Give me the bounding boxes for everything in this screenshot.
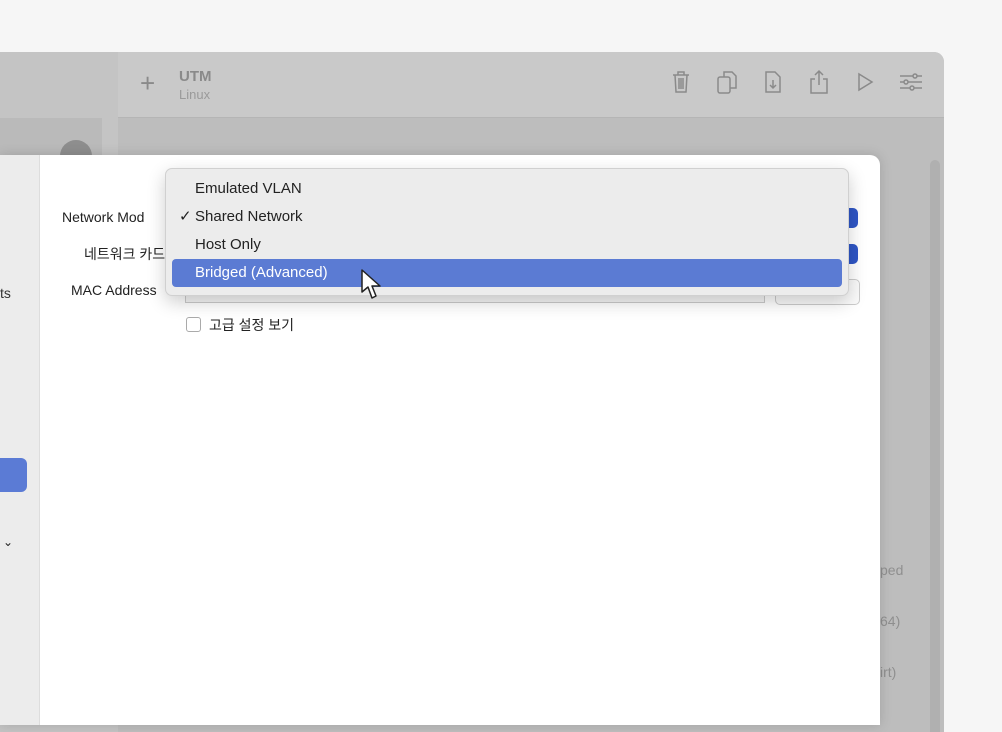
checkmark-icon: ✓ xyxy=(179,208,192,225)
advanced-settings-label: 고급 설정 보기 xyxy=(209,317,295,333)
network-mode-label: Network Mod xyxy=(62,209,145,225)
sidebar-item-selected[interactable] xyxy=(0,458,27,492)
scrollbar[interactable] xyxy=(930,160,940,732)
network-mode-dropdown: Emulated VLAN ✓ Shared Network Host Only … xyxy=(165,168,849,296)
background-text: ped xyxy=(880,562,904,578)
menu-item-emulated-vlan[interactable]: Emulated VLAN xyxy=(172,175,842,203)
network-card-label: 네트워크 카드 xyxy=(84,246,166,262)
window-subtitle: Linux xyxy=(179,87,211,102)
advanced-settings-checkbox[interactable] xyxy=(186,317,201,332)
background-text: irt) xyxy=(880,664,897,680)
add-icon[interactable]: + xyxy=(140,68,155,99)
toolbar: + UTM Linux xyxy=(118,52,944,118)
menu-item-label: Host Only xyxy=(195,236,261,253)
trash-icon[interactable] xyxy=(668,69,694,95)
menu-item-label: Emulated VLAN xyxy=(195,180,302,197)
menu-item-label: Bridged (Advanced) xyxy=(195,264,328,281)
pointer-cursor-icon xyxy=(360,268,384,305)
share-icon[interactable] xyxy=(806,69,832,95)
chevron-down-icon[interactable]: ⌄ xyxy=(3,535,13,549)
play-icon[interactable] xyxy=(852,69,878,95)
settings-sliders-icon[interactable] xyxy=(898,69,924,95)
settings-sidebar: ts ⌄ xyxy=(0,155,40,725)
menu-item-label: Shared Network xyxy=(195,208,303,225)
menu-item-bridged[interactable]: Bridged (Advanced) xyxy=(172,259,842,287)
download-icon[interactable] xyxy=(760,69,786,95)
menu-item-shared-network[interactable]: ✓ Shared Network xyxy=(172,203,842,231)
menu-item-host-only[interactable]: Host Only xyxy=(172,231,842,259)
background-text: 64) xyxy=(880,613,901,629)
window-title: UTM xyxy=(179,68,212,85)
mac-address-label: MAC Address xyxy=(71,282,157,298)
sidebar-item-label: ts xyxy=(0,285,11,301)
clone-icon[interactable] xyxy=(714,69,740,95)
